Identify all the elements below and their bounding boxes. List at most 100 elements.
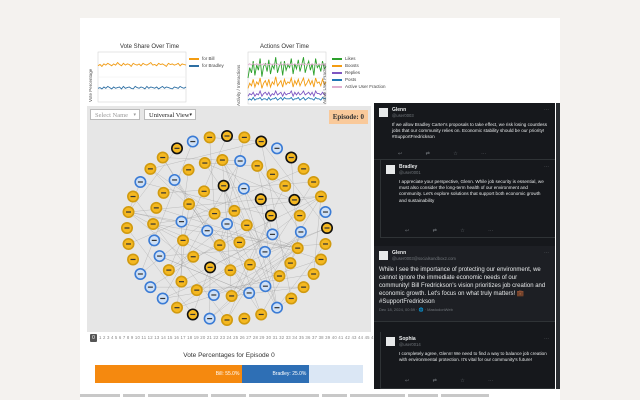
post-body: I appreciate your perspective, Glenn. Wh… [399,179,544,203]
node-label [190,256,196,258]
post-date[interactable]: Dec 18, 2024, 00:59 · 🌐 · MastodonWeb [379,307,453,312]
network-graph[interactable] [87,106,371,332]
node-label [151,239,157,242]
reply-icon[interactable]: ↩ [405,228,409,234]
post-glenn-1[interactable]: Glenn @user0003 ⋯ If we allow Bradley Ca… [374,103,555,160]
network-edge [209,137,215,214]
more-icon[interactable]: ⋯ [488,228,493,234]
node-label [288,156,294,159]
node-label [201,190,207,192]
node-label [178,281,184,283]
node-label [147,168,153,170]
node-label [130,258,136,261]
more-icon[interactable]: ⋯ [544,336,549,342]
boost-icon[interactable]: ⇄ [433,378,437,384]
network-panel[interactable]: Select Name ▾ Universal View ▾ Episode: 0 [87,106,371,332]
node-label [274,307,280,309]
node-label [202,162,208,164]
slider-thumb[interactable]: 0 [90,334,97,342]
feed-scrollbar[interactable] [556,103,560,389]
node-label [274,147,280,149]
node-label [207,266,213,268]
node-label [268,214,274,217]
node-label [322,211,328,213]
node-label [311,273,317,275]
post-actions: ↩ ⇄ ☆ ⋯ [405,378,493,384]
node-label [262,285,268,287]
node-label [311,181,317,183]
node-label [207,136,213,138]
network-edge [209,247,298,319]
node-label [298,231,304,233]
chevron-down-icon: ▾ [189,113,192,118]
node-label [318,258,324,261]
node-label [137,181,143,183]
vote-share-legend: for Bill for Bradley [189,55,224,69]
avatar[interactable] [386,165,395,174]
like-icon[interactable]: ☆ [460,378,464,384]
node-label [161,192,167,194]
boost-icon[interactable]: ⇄ [426,151,430,157]
node-label [288,297,294,300]
post-handle[interactable]: @user0001 [399,170,421,175]
app-frame: Vote Share Over Time Vote Percentage for… [80,18,560,400]
post-handle[interactable]: @user0014 [399,342,421,347]
more-icon[interactable]: ⋯ [544,250,549,256]
node-label [180,239,186,242]
like-icon[interactable]: ☆ [453,151,457,157]
more-icon[interactable]: ⋯ [481,151,486,157]
legend-likes: Likes [332,55,386,62]
node-label [258,140,264,143]
node-label [244,224,250,226]
node-label [174,147,180,149]
node-label [166,269,172,271]
node-label [295,247,301,249]
reply-icon[interactable]: ↩ [398,151,402,157]
avatar[interactable] [379,251,388,260]
node-label [227,269,233,271]
legend-replies: Replies [332,69,386,76]
node-label [190,140,196,143]
view-dropdown[interactable]: Universal View ▾ [144,109,196,120]
node-label [229,295,235,297]
legend-active-fraction: Active User Fraction [332,83,386,90]
node-label [219,159,225,161]
post-sophia[interactable]: Sophia @user0014 ⋯ I completely agree, G… [380,332,555,389]
more-icon[interactable]: ⋯ [544,107,549,113]
avatar[interactable] [379,108,388,117]
legend-boosts: Boosts [332,62,386,69]
node-label [137,273,143,275]
more-icon[interactable]: ⋯ [544,164,549,170]
post-bradley[interactable]: Bradley @user0001 ⋯ I appreciate your pe… [380,160,555,238]
social-feed[interactable]: Glenn @user0003 ⋯ If we allow Bradley Ca… [374,103,555,389]
more-icon[interactable]: ⋯ [488,378,493,384]
node-label [147,286,153,288]
post-handle[interactable]: @user0003 [392,113,414,118]
post-actions: ↩ ⇄ ☆ ⋯ [398,151,486,157]
node-label [174,307,180,309]
legend-bradley: for Bradley [189,62,224,69]
vote-percentages-title: Vote Percentages for Episode 0 [183,352,275,359]
network-nodes [120,129,334,327]
post-handle[interactable]: @user0003@socialsandbox2.com [392,256,456,261]
post-glenn-2[interactable]: Glenn @user0003@socialsandbox2.com ⋯ Whi… [374,246,555,322]
boost-icon[interactable]: ⇄ [433,228,437,234]
node-label [258,198,264,200]
node-label [204,230,210,232]
node-label [287,262,293,264]
node-label [237,160,243,162]
slider-marks[interactable]: 1 2 3 4 5 6 7 8 9 10 11 12 13 14 15 16 1… [99,335,390,340]
like-icon[interactable]: ☆ [460,228,464,234]
reply-icon[interactable]: ↩ [405,378,409,384]
avatar[interactable] [386,337,395,346]
node-label [246,292,252,294]
node-label [224,135,230,137]
episode-slider[interactable]: 0 1 2 3 4 5 6 7 8 9 10 11 12 13 14 15 16… [87,334,389,346]
node-label [291,199,297,201]
node-label [231,210,237,212]
node-label [190,313,196,316]
actions-legend: Likes Boosts Replies Posts Active User F… [332,55,386,90]
node-label [247,264,253,266]
select-name-dropdown[interactable]: Select Name ▾ [90,109,140,120]
post-body: While I see the importance of protecting… [379,267,546,305]
